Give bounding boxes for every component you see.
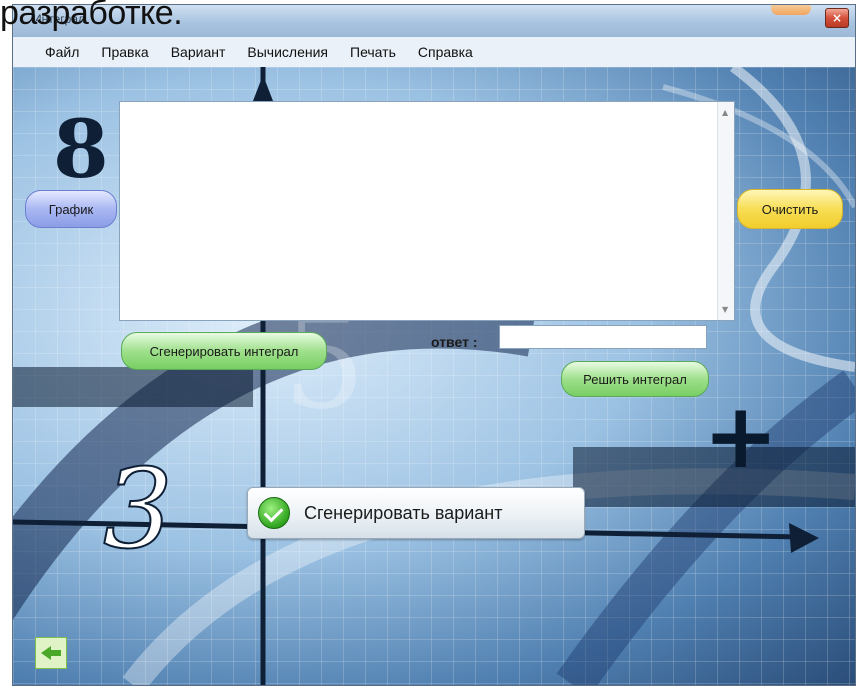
back-arrow-icon bbox=[41, 646, 61, 660]
menu-print[interactable]: Печать bbox=[350, 44, 396, 60]
close-button[interactable]: × bbox=[825, 8, 849, 28]
close-icon: × bbox=[831, 11, 843, 25]
graph-button[interactable]: График bbox=[25, 190, 117, 228]
textbox-scrollbar[interactable]: ▲ ▼ bbox=[717, 102, 734, 320]
svg-text:+: + bbox=[703, 384, 778, 489]
decorative-highlight bbox=[771, 5, 811, 15]
clear-button[interactable]: Очистить bbox=[737, 189, 843, 229]
menu-variant[interactable]: Вариант bbox=[171, 44, 226, 60]
menu-calculations[interactable]: Вычисления bbox=[247, 44, 328, 60]
menu-file[interactable]: Файл bbox=[45, 44, 79, 60]
menu-edit[interactable]: Правка bbox=[101, 44, 148, 60]
scroll-down-icon[interactable]: ▼ bbox=[722, 305, 728, 314]
output-textbox[interactable]: ▲ ▼ bbox=[119, 101, 735, 321]
app-window: Интеграл × Файл Правка Вариант Вычислени… bbox=[12, 4, 856, 686]
svg-text:8: 8 bbox=[53, 102, 109, 196]
generate-variant-button[interactable]: Сгенерировать вариант bbox=[247, 487, 585, 539]
answer-label: ответ : bbox=[431, 334, 478, 350]
generate-integral-button[interactable]: Сгенерировать интеграл bbox=[121, 332, 327, 370]
client-area: 8 3 5 + ▲ ▼ График Очистить Сгенерироват… bbox=[13, 67, 855, 685]
menu-bar: Файл Правка Вариант Вычисления Печать Сп… bbox=[13, 37, 855, 68]
scroll-up-icon[interactable]: ▲ bbox=[722, 108, 728, 117]
answer-field[interactable] bbox=[499, 325, 707, 349]
solve-integral-button[interactable]: Решить интеграл bbox=[561, 361, 709, 397]
generate-variant-label: Сгенерировать вариант bbox=[304, 502, 503, 523]
svg-text:3: 3 bbox=[103, 445, 173, 573]
menu-help[interactable]: Справка bbox=[418, 44, 473, 60]
document-overlay-text: разработке. bbox=[0, 0, 183, 32]
back-button[interactable] bbox=[35, 637, 67, 669]
check-icon bbox=[258, 497, 290, 529]
